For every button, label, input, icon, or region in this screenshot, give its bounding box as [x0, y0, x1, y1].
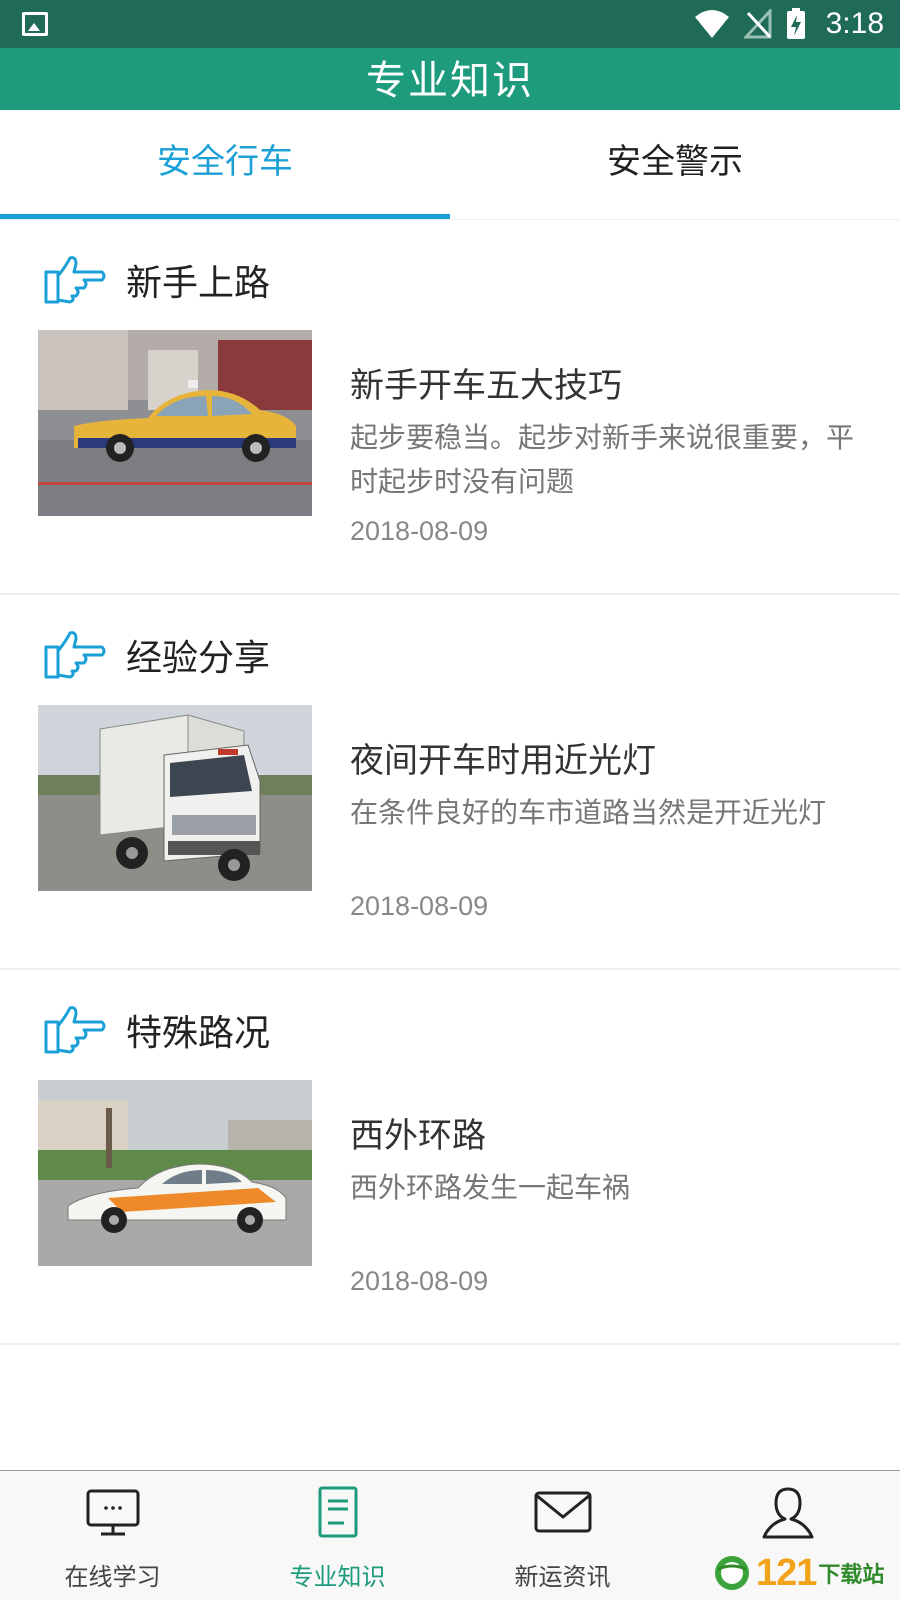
mail-icon: [534, 1491, 591, 1533]
article-summary: 起步要稳当。起步对新手来说很重要，平时起步时没有问题: [350, 421, 855, 498]
article-date: 2018-08-09: [350, 1266, 489, 1296]
watermark-cn: 下载站: [818, 1563, 885, 1588]
nav-online-learning[interactable]: 在线学习: [0, 1471, 225, 1600]
article-title[interactable]: 西外环路: [350, 1108, 486, 1157]
section-experience-sharing: 经验分享 夜间开车时用近光灯 在条件良好的车市道路当然是开近光灯 2018-08…: [0, 595, 900, 970]
section-title: 经验分享: [126, 638, 271, 679]
article-date: 2018-08-09: [350, 891, 489, 921]
section-header: 特殊路况: [42, 1002, 270, 1058]
section-title: 特殊路况: [126, 1013, 271, 1054]
nav-label: 在线学习: [64, 1563, 161, 1591]
monitor-icon: [86, 1489, 139, 1536]
user-icon: [762, 1487, 813, 1539]
pointing-hand-icon: [44, 631, 106, 679]
article-title[interactable]: 新手开车五大技巧: [350, 358, 622, 407]
pointing-hand-icon: [44, 256, 106, 304]
section-header: 新手上路: [42, 252, 270, 308]
article-title[interactable]: 夜间开车时用近光灯: [350, 733, 656, 782]
tab-safety-warning[interactable]: 安全警示: [450, 110, 900, 220]
article-summary: 在条件良好的车市道路当然是开近光灯: [350, 796, 827, 829]
article-thumbnail[interactable]: [38, 1080, 312, 1266]
tab-bar: 安全行车 安全警示: [0, 110, 900, 220]
article-thumbnail[interactable]: [38, 705, 312, 891]
battery-charging-icon: [786, 8, 805, 39]
article-thumbnail[interactable]: [38, 330, 312, 516]
section-special-road-conditions: 特殊路况 西外环路 西外环路发生一起车祸 2018-08-09: [0, 970, 900, 1345]
nav-news[interactable]: 新运资讯: [450, 1471, 675, 1600]
status-bar: 3:18: [0, 0, 900, 48]
document-icon: [318, 1486, 357, 1538]
nav-label: 专业知识: [289, 1563, 386, 1591]
status-time: 3:18: [825, 7, 884, 40]
gallery-notification-icon: [22, 12, 48, 36]
jac-truck-photo: [38, 705, 312, 891]
no-signal-icon: [743, 9, 772, 39]
article-date: 2018-08-09: [350, 516, 489, 546]
section-novice-driving: 新手上路 新手开车五大技巧 起步要稳当。起步对新手来说很重要，平时起步时没有问题…: [0, 220, 900, 595]
tab-safe-driving[interactable]: 安全行车: [0, 110, 450, 220]
pointing-hand-icon: [44, 1006, 106, 1054]
nav-label: 新运资讯: [514, 1563, 611, 1591]
article-summary: 西外环路发生一起车祸: [350, 1171, 631, 1204]
app-header: 专业知识: [0, 48, 900, 110]
status-icons: 3:18: [694, 6, 884, 42]
driving-school-car-photo: [38, 1080, 312, 1266]
watermark: 121 下载站: [712, 1550, 884, 1596]
section-title: 新手上路: [126, 263, 271, 304]
nav-professional-knowledge[interactable]: 专业知识: [225, 1471, 450, 1600]
active-tab-indicator: [0, 214, 450, 219]
section-header: 经验分享: [42, 627, 270, 683]
watermark-brand: 121: [756, 1551, 817, 1594]
page-title: 专业知识: [366, 58, 534, 104]
wifi-icon: [694, 10, 729, 38]
globe-logo-icon: [715, 1556, 749, 1590]
taxi-photo: [38, 330, 312, 516]
